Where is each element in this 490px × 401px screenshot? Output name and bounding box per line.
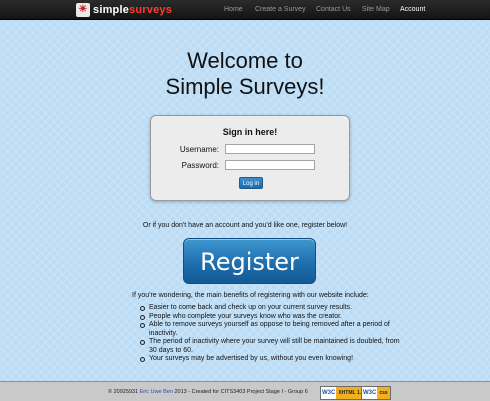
nav-home[interactable]: Home bbox=[224, 0, 243, 19]
xhtml-valid-badge[interactable]: W3C XHTML 1.1 bbox=[320, 386, 367, 400]
password-label: Password: bbox=[181, 161, 219, 170]
login-button[interactable]: Log in bbox=[239, 177, 263, 189]
brand-text: simplesurveys bbox=[93, 4, 172, 16]
nav-site-map[interactable]: Site Map bbox=[362, 0, 390, 19]
login-title: Sign in here! bbox=[222, 127, 278, 137]
benefits-list: Easier to come back and check up on your… bbox=[140, 304, 402, 364]
list-item: Your surveys may be advertised by us, wi… bbox=[140, 355, 402, 364]
list-item: Able to remove surveys yourself as oppos… bbox=[140, 321, 402, 338]
brand-text-part1: simple bbox=[93, 3, 130, 16]
list-item: The period of inactivity where your surv… bbox=[140, 338, 402, 355]
nav-create-survey[interactable]: Create a Survey bbox=[255, 0, 306, 19]
css-tag: css bbox=[377, 387, 390, 399]
footer-text: © 20925931 Eric Uwe Ben 2013 - Created f… bbox=[108, 389, 308, 395]
brand-logo[interactable]: ☀ simplesurveys bbox=[76, 1, 172, 18]
list-item: Easier to come back and check up on your… bbox=[140, 304, 402, 313]
password-input[interactable] bbox=[225, 160, 315, 170]
username-input[interactable] bbox=[225, 144, 315, 154]
top-navbar: ☀ simplesurveys Home Create a Survey Con… bbox=[0, 0, 490, 20]
footer-prefix: © 20925931 bbox=[108, 389, 139, 395]
css-valid-badge[interactable]: W3C css bbox=[361, 386, 391, 400]
footer: © 20925931 Eric Uwe Ben 2013 - Created f… bbox=[0, 381, 490, 401]
register-button[interactable]: Register bbox=[183, 238, 316, 284]
nav-contact-us[interactable]: Contact Us bbox=[316, 0, 351, 19]
username-label: Username: bbox=[179, 145, 219, 154]
w3c-logo-text: W3C bbox=[363, 389, 377, 396]
list-item: People who complete your surveys know wh… bbox=[140, 313, 402, 322]
login-panel: Sign in here! Username: Password: Log in bbox=[150, 115, 350, 201]
footer-suffix: 2013 - Created for CITS3403 Project Stag… bbox=[174, 389, 308, 395]
sun-logo-icon: ☀ bbox=[76, 2, 90, 17]
welcome-heading-line2: Simple Surveys! bbox=[165, 74, 325, 99]
brand-text-part2: surveys bbox=[129, 3, 173, 16]
register-prompt: Or if you don't have an account and you'… bbox=[142, 222, 348, 229]
w3c-logo-text: W3C bbox=[322, 389, 336, 396]
footer-link-uwe-ben[interactable]: Uwe Ben bbox=[151, 389, 173, 395]
footer-link-eric[interactable]: Eric bbox=[140, 389, 149, 395]
benefits-intro: If you're wondering, the main benefits o… bbox=[132, 292, 369, 299]
nav-account[interactable]: Account bbox=[400, 0, 425, 19]
